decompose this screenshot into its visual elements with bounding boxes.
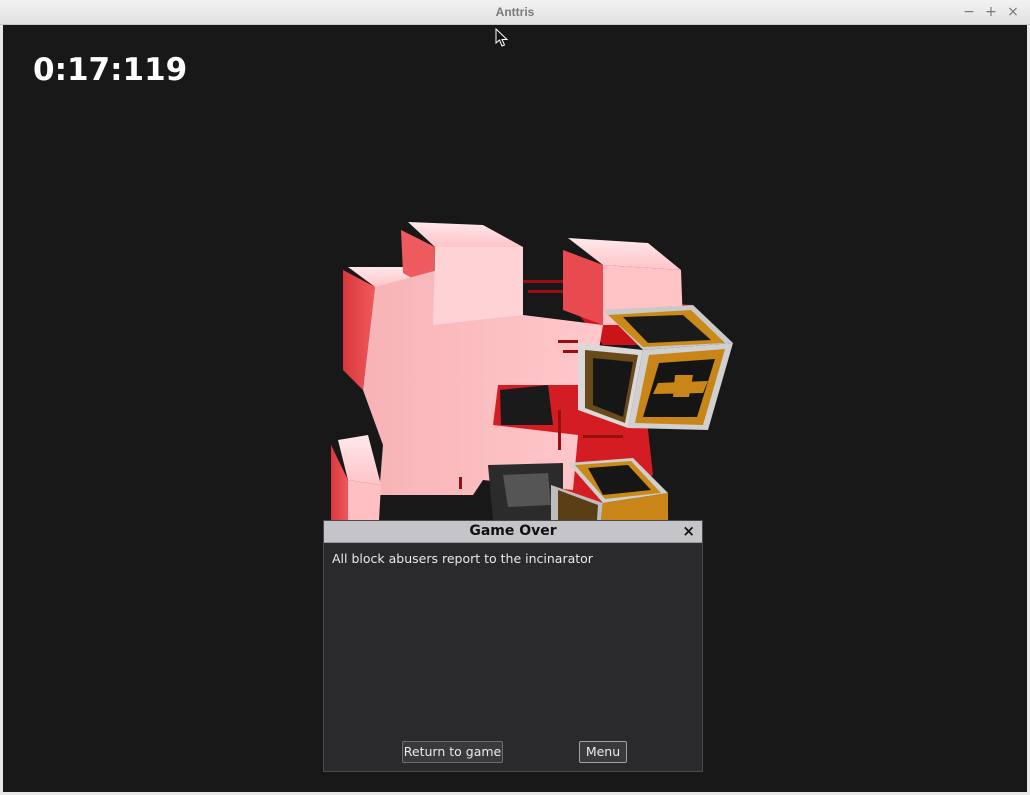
window-title: Anttris xyxy=(495,5,535,19)
game-viewport[interactable]: 0:17:119 Game Over × All block abusers r… xyxy=(3,25,1027,792)
dialog-titlebar[interactable]: Game Over × xyxy=(324,521,702,543)
window-titlebar[interactable]: Anttris − + × xyxy=(0,0,1030,25)
menu-button[interactable]: Menu xyxy=(579,741,627,763)
minimize-icon[interactable]: − xyxy=(960,3,978,21)
return-to-game-button[interactable]: Return to game xyxy=(402,741,503,763)
dialog-title: Game Over xyxy=(469,523,557,539)
dialog-close-icon[interactable]: × xyxy=(682,522,695,540)
dialog-message: All block abusers report to the incinara… xyxy=(332,551,593,566)
maximize-icon[interactable]: + xyxy=(982,3,1000,21)
mouse-pointer-icon xyxy=(495,28,509,47)
game-over-dialog: Game Over × All block abusers report to … xyxy=(323,520,703,772)
close-icon[interactable]: × xyxy=(1004,3,1022,21)
